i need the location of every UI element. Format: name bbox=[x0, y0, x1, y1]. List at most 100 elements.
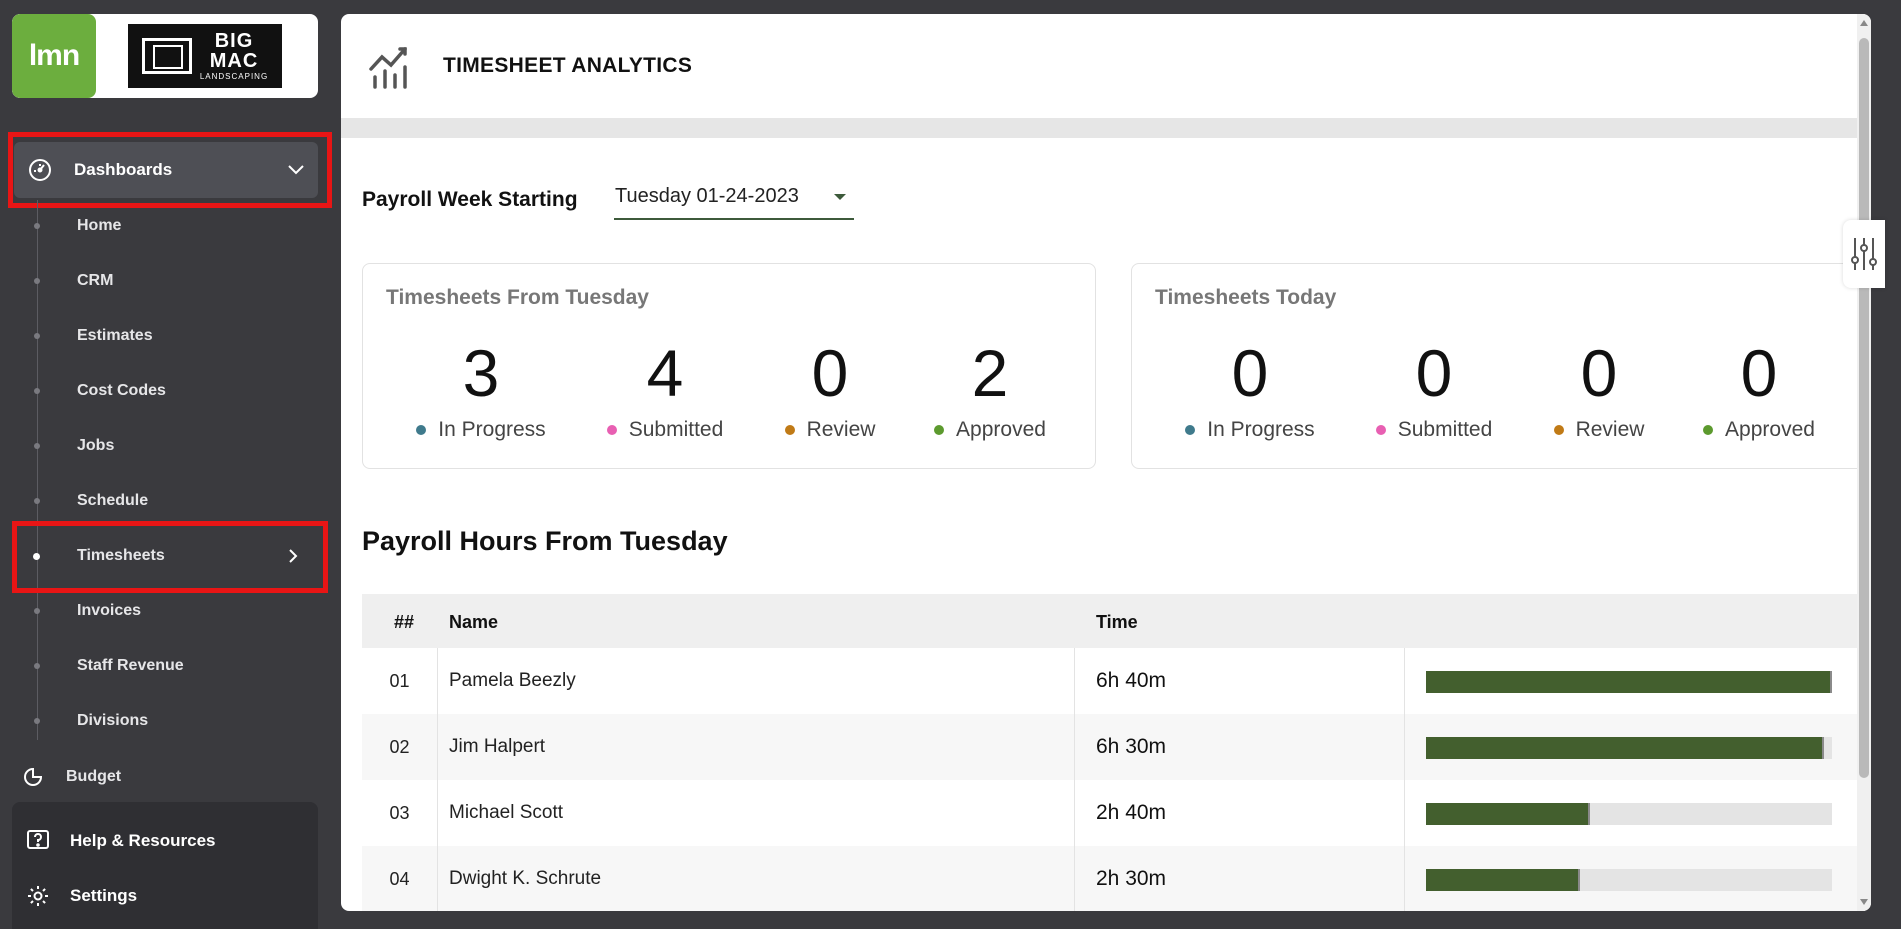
column-header-num[interactable]: ## bbox=[394, 612, 414, 633]
sidebar-item-label: Budget bbox=[66, 768, 122, 785]
row-number: 02 bbox=[362, 714, 438, 780]
sidebar-item-schedule[interactable]: Schedule bbox=[0, 481, 330, 521]
sidebar-item-settings[interactable]: Settings bbox=[26, 879, 137, 913]
hours-bar-fill bbox=[1426, 671, 1832, 693]
main-scrollbar[interactable] bbox=[1857, 14, 1871, 911]
stat-in-progress: 0 In Progress bbox=[1170, 340, 1330, 442]
stat-value: 0 bbox=[1580, 336, 1618, 410]
row-name: Jim Halpert bbox=[449, 736, 546, 757]
scroll-down-icon[interactable] bbox=[1860, 899, 1868, 905]
sidebar-item-label: CRM bbox=[77, 272, 114, 289]
stat-label: Approved bbox=[1725, 418, 1815, 441]
row-name: Dwight K. Schrute bbox=[449, 868, 602, 889]
pie-chart-icon bbox=[24, 768, 42, 786]
sidebar: lmn BIG MAC LANDSCAPING Dashboards Home … bbox=[0, 0, 340, 929]
hours-bar bbox=[1426, 869, 1832, 891]
status-dot-icon bbox=[416, 425, 427, 435]
sidebar-item-invoices[interactable]: Invoices bbox=[0, 591, 330, 631]
hours-bar-fill bbox=[1426, 737, 1824, 759]
sidebar-item-label: Settings bbox=[70, 886, 138, 905]
bullet-icon bbox=[34, 443, 40, 449]
row-name: Pamela Beezly bbox=[449, 670, 576, 691]
help-icon bbox=[27, 830, 49, 849]
sidebar-item-staff-revenue[interactable]: Staff Revenue bbox=[0, 646, 330, 686]
hours-bar bbox=[1426, 737, 1832, 759]
table-row[interactable]: 03 Michael Scott 2h 40m bbox=[362, 780, 1865, 846]
sidebar-item-label: Cost Codes bbox=[77, 382, 166, 399]
stat-value: 0 bbox=[1415, 336, 1453, 410]
filter-settings-button[interactable] bbox=[1843, 220, 1885, 288]
sidebar-item-budget[interactable]: Budget bbox=[24, 766, 121, 786]
header-divider bbox=[341, 118, 1865, 138]
company-logo: BIG MAC LANDSCAPING bbox=[128, 24, 282, 88]
status-dot-icon bbox=[606, 425, 617, 435]
sidebar-item-label: Home bbox=[77, 217, 122, 234]
payroll-week-value: Tuesday 01-24-2023 bbox=[615, 185, 799, 207]
caret-down-icon bbox=[834, 194, 846, 200]
stat-review: 0 Review bbox=[750, 340, 910, 442]
sidebar-item-crm[interactable]: CRM bbox=[0, 261, 330, 301]
column-header-time[interactable]: Time bbox=[1096, 612, 1138, 633]
bullet-icon bbox=[33, 552, 40, 560]
sidebar-item-label: Dashboards bbox=[74, 160, 173, 179]
sidebar-item-home[interactable]: Home bbox=[0, 206, 330, 246]
status-dot-icon bbox=[934, 425, 945, 435]
column-header-name[interactable]: Name bbox=[449, 612, 498, 633]
stat-review: 0 Review bbox=[1519, 340, 1679, 442]
hours-bar-fill bbox=[1426, 869, 1581, 891]
scroll-up-icon[interactable] bbox=[1860, 20, 1868, 26]
row-time: 6h 30m bbox=[1096, 735, 1167, 758]
chevron-down-icon[interactable] bbox=[286, 159, 306, 179]
row-number: 01 bbox=[362, 648, 438, 714]
bullet-icon bbox=[34, 278, 40, 284]
payroll-week-select[interactable]: Tuesday 01-24-2023 bbox=[614, 182, 854, 220]
lmn-logo[interactable]: lmn bbox=[12, 14, 96, 98]
stat-approved: 2 Approved bbox=[910, 340, 1070, 442]
sidebar-item-divisions[interactable]: Divisions bbox=[0, 701, 330, 741]
stat-label: Review bbox=[1575, 418, 1645, 441]
hours-bar bbox=[1426, 671, 1832, 693]
card-title: Timesheets From Tuesday bbox=[386, 286, 649, 309]
analytics-chart-icon bbox=[369, 47, 407, 89]
status-dot-icon bbox=[1185, 425, 1196, 435]
chevron-right-icon bbox=[289, 549, 298, 563]
stat-label: Submitted bbox=[1397, 418, 1493, 441]
table-row[interactable]: 02 Jim Halpert 6h 30m bbox=[362, 714, 1865, 780]
sidebar-item-timesheets[interactable]: Timesheets bbox=[0, 536, 330, 576]
table-row[interactable]: 04 Dwight K. Schrute 2h 30m bbox=[362, 846, 1865, 911]
sidebar-item-label: Help & Resources bbox=[70, 831, 216, 850]
sidebar-item-jobs[interactable]: Jobs bbox=[0, 426, 330, 466]
sidebar-item-label: Staff Revenue bbox=[77, 657, 184, 674]
row-time: 2h 30m bbox=[1096, 867, 1167, 890]
gauge-icon bbox=[29, 159, 51, 181]
sidebar-item-dashboards[interactable]: Dashboards bbox=[14, 142, 318, 198]
sidebar-item-estimates[interactable]: Estimates bbox=[0, 316, 330, 356]
sidebar-bottom-panel: Help & Resources Settings bbox=[12, 802, 318, 929]
bullet-icon bbox=[34, 608, 40, 614]
table-row[interactable]: 01 Pamela Beezly 6h 40m bbox=[362, 648, 1865, 714]
stat-value: 0 bbox=[811, 336, 849, 410]
row-time: 6h 40m bbox=[1096, 669, 1167, 692]
hours-bar bbox=[1426, 803, 1832, 825]
status-dot-icon bbox=[784, 425, 795, 435]
status-dot-icon bbox=[1703, 425, 1714, 435]
stat-label: Review bbox=[806, 418, 876, 441]
company-logo-line2: MAC bbox=[209, 50, 259, 72]
bullet-icon bbox=[34, 223, 40, 229]
scrollbar-thumb[interactable] bbox=[1859, 38, 1869, 778]
page-title: TIMESHEET ANALYTICS bbox=[443, 54, 693, 77]
column-divider bbox=[1074, 846, 1075, 911]
stat-submitted: 0 Submitted bbox=[1354, 340, 1514, 442]
column-divider bbox=[1404, 846, 1405, 911]
payroll-week-label: Payroll Week Starting bbox=[362, 188, 578, 211]
sliders-icon bbox=[1851, 238, 1877, 270]
main-panel: TIMESHEET ANALYTICS Payroll Week Startin… bbox=[341, 14, 1871, 911]
sidebar-item-help[interactable]: Help & Resources bbox=[26, 824, 216, 858]
sidebar-item-cost-codes[interactable]: Cost Codes bbox=[0, 371, 330, 411]
column-divider bbox=[1074, 714, 1075, 780]
stat-label: Submitted bbox=[628, 418, 724, 441]
stat-value: 3 bbox=[462, 336, 500, 410]
company-logo-line1: BIG bbox=[214, 30, 254, 52]
bullet-icon bbox=[34, 333, 40, 339]
stat-value: 4 bbox=[646, 336, 684, 410]
